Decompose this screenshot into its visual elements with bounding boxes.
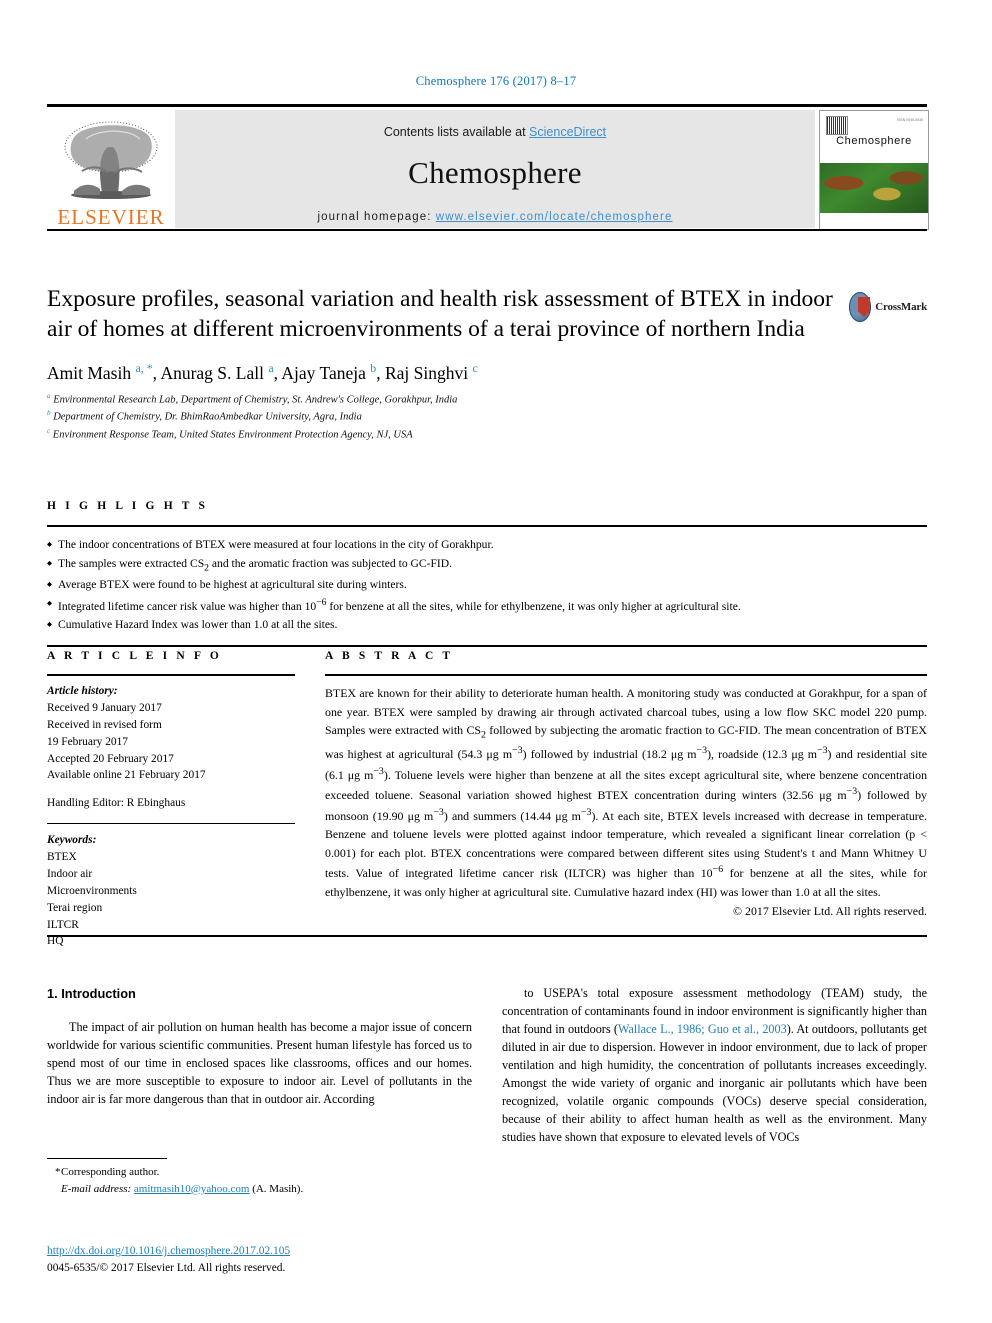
article-info-heading: A R T I C L E I N F O bbox=[47, 650, 222, 662]
affiliation-list: a Environmental Research Lab, Department… bbox=[47, 391, 927, 443]
masthead-top-rule bbox=[47, 104, 927, 107]
journal-homepage-line: journal homepage: www.elsevier.com/locat… bbox=[175, 211, 815, 223]
highlights-section: H I G H L I G H T S The indoor concentra… bbox=[47, 500, 927, 647]
article-history-label: Article history: bbox=[47, 685, 118, 697]
email-suffix: (A. Masih). bbox=[252, 1182, 304, 1195]
cover-bottom bbox=[820, 213, 928, 227]
handling-editor: Handling Editor: R Ebinghaus bbox=[47, 797, 186, 810]
crossmark-icon bbox=[849, 292, 872, 322]
section-heading-introduction: 1. Introduction bbox=[47, 986, 136, 1001]
keyword-item: BTEX bbox=[47, 851, 77, 863]
cover-top: ISSN 0045-6535 Chemosphere bbox=[820, 111, 928, 163]
journal-title: Chemosphere bbox=[408, 155, 582, 190]
contents-prefix: Contents lists available at bbox=[383, 125, 530, 139]
doi-block: http://dx.doi.org/10.1016/j.chemosphere.… bbox=[47, 1243, 527, 1277]
crossmark-label: CrossMark bbox=[875, 301, 927, 313]
journal-cover-thumbnail: ISSN 0045-6535 Chemosphere bbox=[819, 110, 929, 230]
body-column-right: to USEPA's total exposure assessment met… bbox=[502, 985, 927, 1146]
elsevier-wordmark: ELSEVIER bbox=[57, 205, 165, 229]
email-label: E-mail address: bbox=[61, 1182, 132, 1195]
contents-available-line: Contents lists available at ScienceDirec… bbox=[175, 125, 815, 139]
journal-masthead: ELSEVIER Contents lists available at Sci… bbox=[47, 104, 929, 232]
email-link[interactable]: amitmasih10@yahoo.com bbox=[134, 1183, 250, 1195]
affiliation-text: Environment Response Team, United States… bbox=[52, 429, 413, 441]
paragraph: to USEPA's total exposure assessment met… bbox=[502, 986, 927, 1144]
history-line: Received in revised form bbox=[47, 718, 162, 731]
affiliation-marker: c bbox=[47, 426, 51, 435]
sciencedirect-link[interactable]: ScienceDirect bbox=[529, 125, 606, 139]
footnote-body: * Corresponding author. E-mail address: … bbox=[47, 1159, 472, 1197]
highlights-list: The indoor concentrations of BTEX were m… bbox=[47, 527, 927, 635]
barcode-icon bbox=[826, 116, 848, 135]
list-item: The samples were extracted CS2 and the a… bbox=[47, 555, 927, 576]
list-item: Cumulative Hazard Index was lower than 1… bbox=[47, 616, 927, 635]
affiliation-text: Department of Chemistry, Dr. BhimRaoAmbe… bbox=[53, 411, 362, 423]
list-item: The indoor concentrations of BTEX were m… bbox=[47, 536, 927, 555]
list-item: Average BTEX were found to be highest at… bbox=[47, 576, 927, 595]
journal-homepage-link[interactable]: www.elsevier.com/locate/chemosphere bbox=[436, 211, 673, 223]
abstract-section: A B S T R A C T BTEX are known for their… bbox=[325, 650, 927, 919]
corresponding-author-line: * Corresponding author. bbox=[47, 1164, 472, 1181]
affiliation-item: c Environment Response Team, United Stat… bbox=[47, 426, 927, 443]
history-line: 19 February 2017 bbox=[47, 735, 128, 748]
abstract-bottom-rule bbox=[47, 935, 927, 937]
affiliation-item: b Department of Chemistry, Dr. BhimRaoAm… bbox=[47, 408, 927, 425]
cover-journal-name: Chemosphere bbox=[836, 135, 912, 147]
email-line: E-mail address: amitmasih10@yahoo.com (A… bbox=[47, 1181, 472, 1198]
highlights-heading: H I G H L I G H T S bbox=[47, 500, 209, 512]
history-line: Received 9 January 2017 bbox=[47, 701, 162, 714]
journal-band: Contents lists available at ScienceDirec… bbox=[175, 110, 815, 228]
crossmark-badge-group[interactable]: CrossMark bbox=[849, 285, 927, 329]
footnote-block: * Corresponding author. E-mail address: … bbox=[47, 1158, 472, 1197]
paragraph: The impact of air pollution on human hea… bbox=[47, 1019, 472, 1106]
abstract-copyright: © 2017 Elsevier Ltd. All rights reserved… bbox=[733, 904, 927, 919]
list-item: Integrated lifetime cancer risk value wa… bbox=[47, 595, 927, 617]
elsevier-tree-icon bbox=[56, 117, 166, 205]
affiliation-marker: b bbox=[47, 409, 51, 418]
doi-link[interactable]: http://dx.doi.org/10.1016/j.chemosphere.… bbox=[47, 1245, 290, 1257]
highlights-bottom-rule bbox=[47, 644, 927, 647]
affiliation-marker: a bbox=[47, 392, 51, 401]
page-title: Exposure profiles, seasonal variation an… bbox=[47, 286, 833, 342]
body-column-left: 1. Introduction The impact of air pollut… bbox=[47, 985, 472, 1108]
keywords-block: Keywords: BTEX Indoor air Microenvironme… bbox=[47, 824, 295, 950]
history-line: Accepted 20 February 2017 bbox=[47, 752, 174, 765]
keyword-item: Indoor air bbox=[47, 867, 93, 880]
keywords-label: Keywords: bbox=[47, 834, 97, 847]
elsevier-logo: ELSEVIER bbox=[47, 110, 175, 228]
cover-artwork-image bbox=[820, 163, 928, 213]
title-area: Exposure profiles, seasonal variation an… bbox=[47, 285, 927, 443]
homepage-prefix: journal homepage: bbox=[317, 211, 436, 223]
author-list: Amit Masih a, *, Anurag S. Lall a, Ajay … bbox=[47, 361, 478, 384]
article-history-block: Article history: Received 9 January 2017… bbox=[47, 676, 295, 812]
journal-article-page: Chemosphere 176 (2017) 8–17 ELSEVIER Con… bbox=[0, 0, 992, 1323]
issn-copyright-line: 0045-6535/© 2017 Elsevier Ltd. All right… bbox=[47, 1262, 286, 1275]
cover-issn-text: ISSN 0045-6535 bbox=[897, 118, 923, 122]
corresponding-author-text: Corresponding author. bbox=[61, 1166, 160, 1178]
asterisk-icon: * bbox=[55, 1166, 61, 1178]
running-head: Chemosphere 176 (2017) 8–17 bbox=[415, 74, 577, 88]
masthead-bottom-rule bbox=[47, 229, 927, 231]
keyword-item: Microenvironments bbox=[47, 884, 137, 897]
abstract-body: BTEX are known for their ability to dete… bbox=[325, 686, 928, 899]
history-line: Available online 21 February 2017 bbox=[47, 769, 206, 782]
affiliation-item: a Environmental Research Lab, Department… bbox=[47, 391, 927, 408]
keyword-item: Terai region bbox=[47, 901, 103, 914]
article-info-section: A R T I C L E I N F O Article history: R… bbox=[47, 650, 295, 950]
affiliation-text: Environmental Research Lab, Department o… bbox=[53, 394, 458, 406]
keyword-item: ILTCR bbox=[47, 918, 79, 931]
abstract-heading: A B S T R A C T bbox=[325, 650, 454, 662]
